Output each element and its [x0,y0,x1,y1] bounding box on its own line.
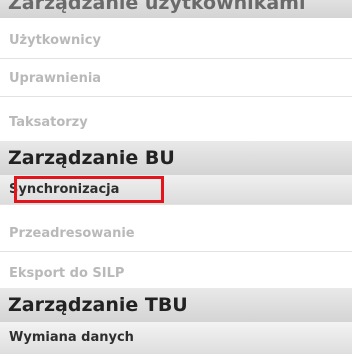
menu-item-label: Przeadresowanie [9,226,135,241]
menu-item-label: Eksport do SILP [9,266,125,281]
menu-item-data-exchange[interactable]: Wymiana danych [0,322,352,354]
menu-item-export-silp[interactable]: Eksport do SILP [0,255,352,292]
menu-item-label: Taksatorzy [9,115,88,130]
section-header-label: Zarządzanie BU [8,147,175,169]
menu-item-synchronization[interactable]: Synchronizacja [0,175,352,205]
menu-item-readdressing[interactable]: Przeadresowanie [0,215,352,252]
menu-item-label: Wymiana danych [9,330,134,345]
section-header-tbu-management: Zarządzanie TBU [0,288,352,322]
menu-item-label: Uprawnienia [9,71,102,86]
sidebar-menu: Zarządzanie użytkownikami Użytkownicy Up… [0,0,352,354]
section-header-label: Zarządzanie użytkownikami [8,0,306,14]
menu-item-label: Użytkownicy [9,33,101,48]
menu-item-appraisers[interactable]: Taksatorzy [0,104,352,141]
menu-item-permissions[interactable]: Uprawnienia [0,60,352,97]
menu-item-label: Synchronizacja [9,182,120,197]
section-header-bu-management: Zarządzanie BU [0,141,352,175]
section-header-user-management: Zarządzanie użytkownikami [0,0,352,18]
menu-item-users[interactable]: Użytkownicy [0,22,352,59]
section-header-label: Zarządzanie TBU [8,294,188,316]
